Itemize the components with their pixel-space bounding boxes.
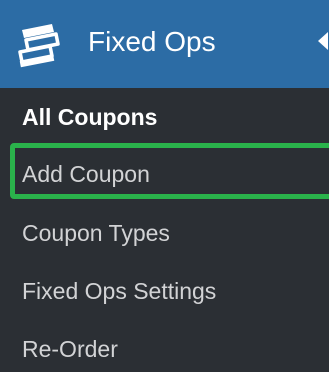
page-background	[0, 372, 329, 386]
submenu: All Coupons Add Coupon Coupon Types Fixe…	[0, 88, 329, 372]
admin-menu-screenshot: Fixed Ops All Coupons Add Coupon Coupon …	[0, 0, 329, 386]
submenu-item-label: All Coupons	[22, 104, 158, 130]
menu-title: Fixed Ops	[88, 26, 216, 57]
submenu-item-add-coupon[interactable]: Add Coupon	[0, 149, 329, 201]
collapse-arrow-icon	[318, 32, 328, 50]
submenu-item-label: Fixed Ops Settings	[22, 278, 217, 304]
submenu-item-fixed-ops-settings[interactable]: Fixed Ops Settings	[0, 266, 329, 318]
submenu-item-re-order[interactable]: Re-Order	[0, 324, 329, 376]
submenu-item-label: Coupon Types	[22, 220, 170, 246]
fixed-ops-menu-header[interactable]: Fixed Ops	[0, 0, 329, 88]
coupons-stack-icon	[16, 20, 60, 68]
submenu-item-label: Re-Order	[22, 336, 118, 362]
submenu-item-coupon-types[interactable]: Coupon Types	[0, 208, 329, 260]
submenu-item-all-coupons[interactable]: All Coupons	[0, 92, 329, 144]
submenu-item-label: Add Coupon	[22, 161, 150, 187]
